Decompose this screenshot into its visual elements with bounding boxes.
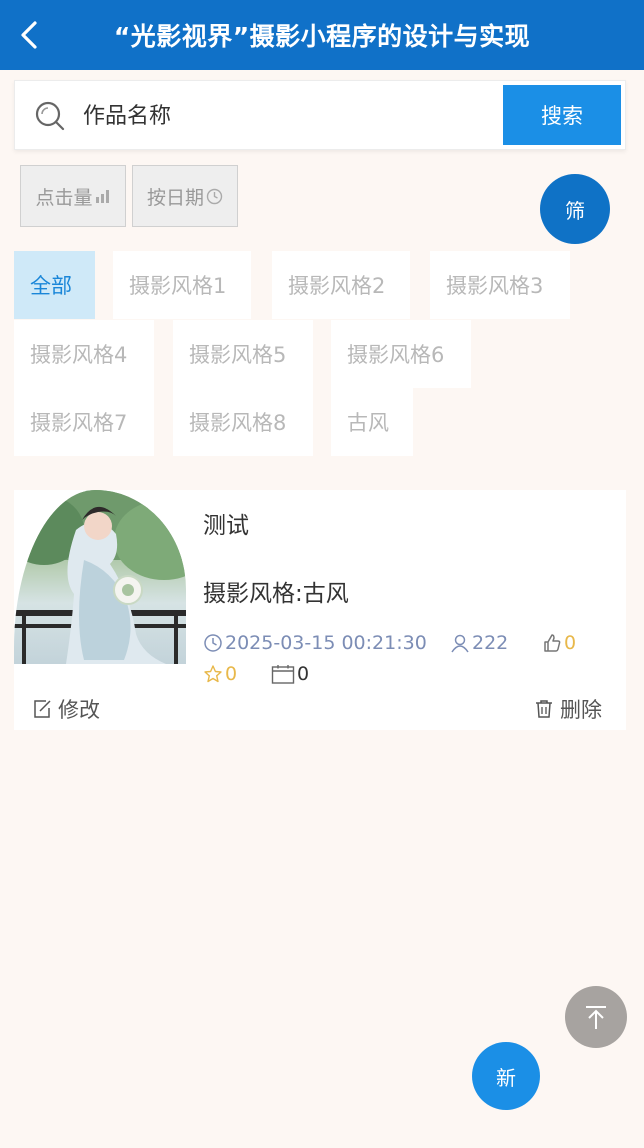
category-chip[interactable]: 摄影风格4 bbox=[14, 320, 154, 388]
star-icon bbox=[204, 665, 222, 683]
datetime-text: 2025-03-15 00:21:30 bbox=[225, 632, 427, 654]
edit-button[interactable]: 修改 bbox=[32, 694, 100, 724]
work-thumbnail[interactable] bbox=[14, 490, 186, 664]
app-header: “光影视界”摄影小程序的设计与实现 bbox=[0, 0, 644, 70]
edit-label: 修改 bbox=[58, 698, 100, 722]
work-favorites[interactable]: 0 bbox=[203, 663, 237, 685]
edit-icon bbox=[34, 700, 51, 718]
chevron-left-icon bbox=[21, 21, 37, 49]
user-icon bbox=[451, 634, 469, 653]
back-to-top-button[interactable] bbox=[565, 986, 627, 1048]
work-datetime: 2025-03-15 00:21:30 bbox=[203, 632, 427, 654]
sort-by-date-button[interactable]: 按日期 bbox=[132, 165, 238, 227]
delete-label: 删除 bbox=[560, 698, 602, 722]
work-card[interactable]: 测试 摄影风格:古风 2025-03-15 00:21:30 222 0 0 0… bbox=[14, 490, 626, 730]
likes-count: 0 bbox=[564, 632, 577, 654]
work-comments: 0 bbox=[271, 663, 309, 685]
work-style: 摄影风格:古风 bbox=[203, 581, 349, 607]
category-chip[interactable]: 古风 bbox=[331, 388, 413, 456]
photo-image bbox=[14, 490, 186, 664]
delete-button[interactable]: 删除 bbox=[534, 694, 602, 724]
work-views: 222 bbox=[450, 632, 508, 654]
category-chip[interactable]: 摄影风格5 bbox=[173, 320, 313, 388]
sort-by-date-label: 按日期 bbox=[146, 186, 204, 209]
thumbs-up-icon bbox=[544, 634, 561, 652]
sort-by-clicks-label: 点击量 bbox=[35, 186, 93, 209]
new-work-button[interactable]: 新 bbox=[472, 1042, 540, 1110]
search-icon bbox=[35, 101, 65, 131]
filter-button[interactable]: 筛 bbox=[540, 174, 610, 244]
work-likes[interactable]: 0 bbox=[542, 632, 576, 654]
page-title: “光影视界”摄影小程序的设计与实现 bbox=[113, 22, 531, 51]
search-input[interactable] bbox=[83, 95, 503, 137]
favorites-count: 0 bbox=[225, 663, 238, 685]
views-count: 222 bbox=[472, 632, 509, 654]
category-chip[interactable]: 摄影风格2 bbox=[272, 251, 410, 319]
bar-chart-icon bbox=[95, 190, 109, 203]
category-chip[interactable]: 摄影风格7 bbox=[14, 388, 154, 456]
trash-icon bbox=[536, 700, 552, 718]
category-chip-all[interactable]: 全部 bbox=[14, 251, 95, 319]
clock-icon bbox=[206, 188, 223, 204]
comments-count: 0 bbox=[297, 663, 310, 685]
arrow-up-to-top-icon bbox=[586, 1006, 606, 1029]
search-button[interactable]: 搜索 bbox=[503, 85, 621, 145]
calendar-icon bbox=[271, 665, 295, 684]
category-chip[interactable]: 摄影风格6 bbox=[331, 320, 471, 388]
search-bar: 搜索 bbox=[14, 80, 626, 150]
work-title: 测试 bbox=[203, 513, 249, 539]
category-chip[interactable]: 摄影风格3 bbox=[430, 251, 570, 319]
back-button[interactable] bbox=[14, 17, 44, 53]
category-chip[interactable]: 摄影风格8 bbox=[173, 388, 313, 456]
sort-by-clicks-button[interactable]: 点击量 bbox=[20, 165, 126, 227]
clock-icon bbox=[204, 634, 222, 652]
category-chip[interactable]: 摄影风格1 bbox=[113, 251, 251, 319]
